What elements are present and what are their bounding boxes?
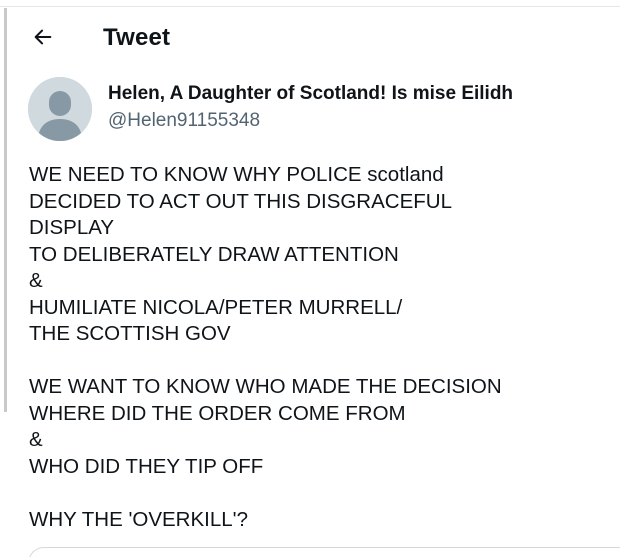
author-display-name[interactable]: Helen, A Daughter of Scotland! Is mise E… (108, 83, 513, 105)
tweet-author: Helen, A Daughter of Scotland! Is mise E… (28, 77, 608, 141)
top-divider (0, 6, 620, 7)
tweet-body-text: WE NEED TO KNOW WHY POLICE scotland DECI… (29, 163, 502, 531)
left-border (4, 8, 7, 412)
next-card-edge (28, 547, 620, 557)
default-user-avatar-icon (28, 77, 92, 141)
avatar[interactable] (28, 77, 92, 141)
back-button[interactable] (26, 22, 60, 56)
tweet-header: Tweet (0, 18, 620, 60)
arrow-left-icon (32, 26, 54, 53)
page-title: Tweet (103, 24, 171, 51)
tweet-page: Tweet Helen, A Daughter of Scotland! Is … (0, 0, 620, 557)
author-handle[interactable]: @Helen91155348 (108, 110, 260, 132)
